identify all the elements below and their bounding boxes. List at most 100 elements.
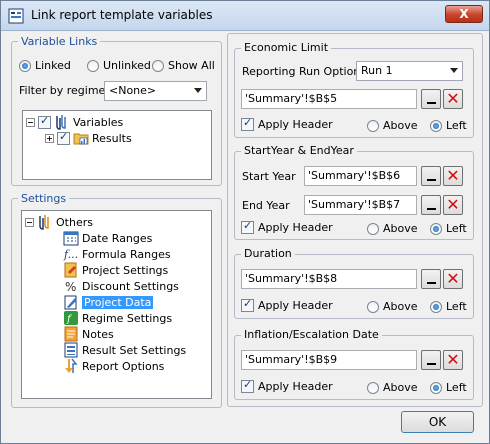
economic-limit-select-range-button[interactable]: [421, 89, 441, 109]
tree-item-notes-label: Notes: [82, 327, 114, 341]
duration-left[interactable]: Left: [430, 300, 467, 313]
inflation-above-label: Above: [383, 381, 418, 394]
inflation-left-label: Left: [446, 381, 467, 394]
economic-limit-above-label: Above: [383, 119, 418, 132]
duration-apply-header[interactable]: Apply Header: [241, 297, 333, 312]
economic-limit-apply-header[interactable]: Apply Header: [241, 116, 333, 131]
collapse-icon[interactable]: [25, 217, 34, 227]
start-end-year-legend: StartYear & EndYear: [241, 144, 357, 157]
inflation-select-range-button[interactable]: [421, 350, 441, 370]
formula-icon: f...: [63, 248, 78, 261]
inflation-left[interactable]: Left: [430, 381, 467, 394]
tree-item-results-label: Results: [92, 131, 132, 145]
ok-button[interactable]: OK: [401, 411, 474, 433]
variables-tree[interactable]: Variables Results: [22, 110, 212, 180]
inflation-above-radio[interactable]: [367, 381, 379, 394]
start-end-apply-header[interactable]: Apply Header: [241, 219, 333, 234]
tree-item-report-options[interactable]: Report Options: [63, 358, 164, 374]
tree-item-regime-settings[interactable]: f Regime Settings: [63, 310, 172, 326]
inflation-apply-header[interactable]: Apply Header: [241, 378, 333, 393]
inflation-apply-header-checkbox[interactable]: [241, 378, 254, 393]
tree-item-result-set-settings[interactable]: Result Set Settings: [63, 342, 186, 358]
regime-filter-select[interactable]: <None>: [104, 81, 207, 101]
radio-unlinked-button[interactable]: [87, 59, 99, 72]
result-set-icon: [64, 342, 78, 358]
duration-clear-button[interactable]: ✕: [443, 269, 463, 289]
settings-group: Settings Others Date Ranges f... Formula…: [11, 192, 222, 408]
radio-unlinked-label: Unlinked: [103, 59, 151, 72]
variables-icon: [56, 115, 66, 130]
tree-item-variables[interactable]: Variables: [26, 114, 123, 130]
economic-limit-above[interactable]: Above: [367, 119, 418, 132]
duration-cell-input[interactable]: 'Summary'!$B$8: [241, 269, 417, 289]
economic-limit-left-label: Left: [446, 119, 467, 132]
project-settings-icon: [64, 262, 77, 278]
run-option-select[interactable]: Run 1: [356, 61, 463, 81]
radio-show-all-button[interactable]: [152, 59, 164, 72]
duration-above[interactable]: Above: [367, 300, 418, 313]
economic-limit-above-radio[interactable]: [367, 119, 379, 132]
start-year-cell-input[interactable]: 'Summary'!$B$6: [304, 166, 417, 186]
start-end-above[interactable]: Above: [367, 222, 418, 235]
inflation-cell-input[interactable]: 'Summary'!$B$9: [241, 350, 417, 370]
inflation-cell-value: 'Summary'!$B$9: [245, 353, 338, 366]
end-year-cell-input[interactable]: 'Summary'!$B$7: [304, 195, 417, 215]
tree-item-notes[interactable]: Notes: [63, 326, 114, 342]
economic-limit-apply-header-checkbox[interactable]: [241, 116, 254, 131]
start-end-above-radio[interactable]: [367, 222, 379, 235]
tree-item-others[interactable]: Others: [25, 214, 93, 230]
results-checkbox[interactable]: [57, 130, 70, 145]
duration-above-label: Above: [383, 300, 418, 313]
start-year-clear-button[interactable]: ✕: [443, 166, 463, 186]
start-end-apply-header-label: Apply Header: [258, 221, 333, 234]
tree-item-date-ranges[interactable]: Date Ranges: [63, 230, 152, 246]
tree-item-project-settings[interactable]: Project Settings: [63, 262, 168, 278]
end-year-label: End Year: [242, 199, 290, 212]
inflation-apply-header-label: Apply Header: [258, 380, 333, 393]
duration-above-radio[interactable]: [367, 300, 379, 313]
radio-linked-button[interactable]: [19, 59, 31, 72]
others-icon: [39, 215, 49, 230]
radio-show-all[interactable]: Show All: [152, 59, 215, 72]
collapse-icon[interactable]: [26, 117, 35, 127]
duration-group: Duration 'Summary'!$B$8 ✕ Apply Header A…: [234, 247, 474, 319]
economic-limit-group: Economic Limit Reporting Run Option: Run…: [234, 41, 474, 138]
inflation-left-radio[interactable]: [430, 381, 442, 394]
inflation-above[interactable]: Above: [367, 381, 418, 394]
settings-tree[interactable]: Others Date Ranges f... Formula Ranges P…: [21, 210, 212, 399]
inflation-clear-button[interactable]: ✕: [443, 350, 463, 370]
start-year-cell-value: 'Summary'!$B$6: [308, 169, 401, 182]
window-title: Link report template variables: [31, 8, 213, 22]
economic-limit-left-radio[interactable]: [430, 119, 442, 132]
duration-apply-header-checkbox[interactable]: [241, 297, 254, 312]
tree-item-formula-ranges[interactable]: f... Formula Ranges: [63, 246, 171, 262]
title-bar[interactable]: Link report template variables X: [1, 1, 489, 31]
radio-linked[interactable]: Linked: [19, 59, 71, 72]
settings-legend: Settings: [18, 192, 70, 205]
chevron-down-icon: [194, 88, 202, 93]
close-button[interactable]: X: [445, 5, 483, 23]
tree-item-project-data[interactable]: Project Data: [63, 294, 154, 310]
economic-limit-cell-input[interactable]: 'Summary'!$B$5: [241, 89, 417, 109]
economic-limit-left[interactable]: Left: [430, 119, 467, 132]
start-end-apply-header-checkbox[interactable]: [241, 219, 254, 234]
start-end-left-radio[interactable]: [430, 222, 442, 235]
chevron-down-icon: [450, 68, 458, 73]
run-option-label: Reporting Run Option:: [242, 65, 364, 78]
start-year-select-range-button[interactable]: [421, 166, 441, 186]
project-data-icon: [64, 295, 77, 310]
end-year-select-range-button[interactable]: [421, 195, 441, 215]
tree-item-discount-settings[interactable]: % Discount Settings: [63, 278, 179, 295]
economic-limit-legend: Economic Limit: [241, 41, 332, 54]
economic-limit-clear-button[interactable]: ✕: [443, 89, 463, 109]
variables-checkbox[interactable]: [38, 114, 51, 129]
svg-text:%: %: [65, 280, 76, 294]
start-end-left[interactable]: Left: [430, 222, 467, 235]
tree-item-results[interactable]: Results: [45, 130, 132, 146]
tree-item-discount-settings-label: Discount Settings: [82, 279, 179, 293]
expand-icon[interactable]: [45, 133, 54, 143]
radio-unlinked[interactable]: Unlinked: [87, 59, 151, 72]
end-year-clear-button[interactable]: ✕: [443, 195, 463, 215]
duration-left-radio[interactable]: [430, 300, 442, 313]
duration-select-range-button[interactable]: [421, 269, 441, 289]
